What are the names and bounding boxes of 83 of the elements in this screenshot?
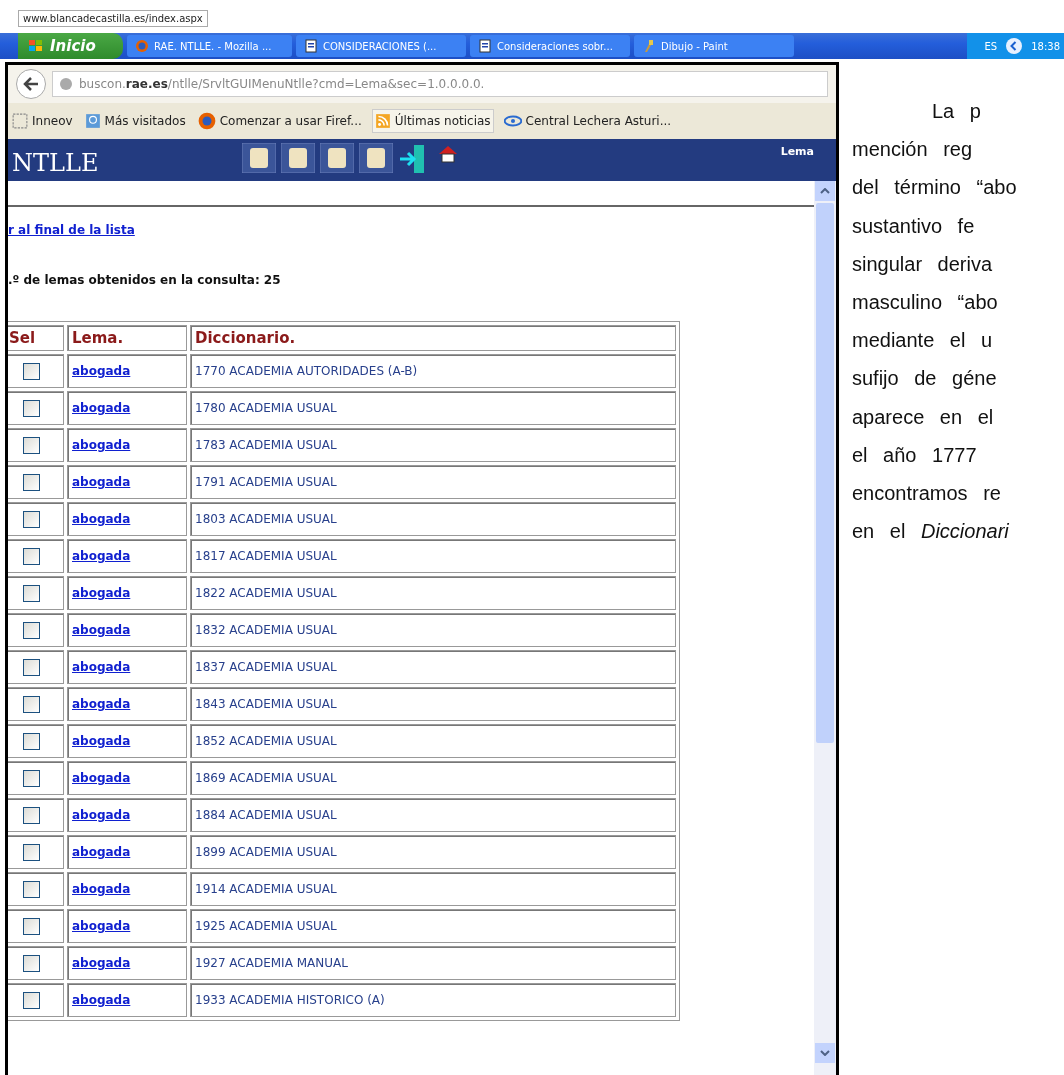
document-text: el año 1777 [852, 443, 978, 468]
table-cell: 1822 ACADEMIA USUAL [190, 576, 676, 610]
table-cell: 1780 ACADEMIA USUAL [190, 391, 676, 425]
table-cell: 1933 ACADEMIA HISTORICO (A) [190, 983, 676, 1017]
table-cell: 1770 ACADEMIA AUTORIDADES (A-B) [190, 354, 676, 388]
clock: 18:38 [1031, 40, 1060, 52]
checkbox[interactable] [23, 547, 40, 565]
bookmark[interactable]: Comenzar a usar Firef... [195, 109, 364, 133]
chevron-down-icon [820, 1050, 830, 1056]
checkbox[interactable] [23, 695, 40, 713]
checkbox[interactable] [23, 658, 40, 676]
document-text: mediante el u [852, 329, 994, 354]
address-bar[interactable]: buscon.rae.es/ntlle/SrvltGUIMenuNtlle?cmd=Lema&sec=1.0.0.0.0. [52, 71, 828, 97]
document-text: sustantivo fe [852, 214, 976, 239]
bookmark[interactable]: Central Lechera Asturi... [501, 109, 674, 133]
document-text: del término “abo [852, 176, 1018, 201]
checkbox[interactable] [23, 510, 40, 528]
table-cell: 1925 ACADEMIA USUAL [190, 909, 676, 943]
document-text: singular deriva [852, 252, 994, 277]
checkbox[interactable] [23, 399, 40, 417]
url-tooltip: www.blancadecastilla.es/index.aspx [18, 10, 208, 27]
bookmark[interactable]: Más visitados [82, 110, 188, 132]
document-text: mención reg [852, 138, 974, 163]
document-icon [478, 39, 492, 53]
back-button[interactable] [16, 69, 46, 99]
document-text: en el Diccionari [852, 520, 1010, 545]
checkbox[interactable] [23, 954, 40, 972]
bookmark[interactable]: Últimas noticias [371, 109, 494, 133]
windows-logo-icon [28, 39, 44, 53]
column-header: Diccionario. [190, 325, 676, 351]
checkbox[interactable] [23, 362, 40, 380]
blank-page-icon [12, 113, 28, 129]
table-cell: 1803 ACADEMIA USUAL [190, 502, 676, 536]
site-title: NTLLE [12, 149, 100, 177]
checkbox[interactable] [23, 917, 40, 935]
checkbox[interactable] [23, 769, 40, 787]
document-icon [304, 39, 318, 53]
paint-brush-icon [642, 39, 656, 53]
chevron-left-icon[interactable] [1005, 37, 1024, 55]
table-cell: 1791 ACADEMIA USUAL [190, 465, 676, 499]
start-button[interactable]: Inicio [18, 33, 123, 59]
end-of-list-link[interactable]: r al final de la lista [8, 223, 814, 237]
feed-icon [374, 113, 391, 129]
checkbox[interactable] [23, 991, 40, 1009]
section-label: Lema [780, 145, 814, 158]
table-cell: 1837 ACADEMIA USUAL [190, 650, 676, 684]
taskbar-button[interactable]: CONSIDERACIONES (... [296, 35, 466, 57]
checkbox[interactable] [23, 806, 40, 824]
back-arrow-icon [23, 77, 39, 91]
table-cell: 1817 ACADEMIA USUAL [190, 539, 676, 573]
column-header: Lema. [67, 325, 187, 351]
scroll-down-button[interactable] [815, 1043, 835, 1063]
table-cell: 1927 ACADEMIA MANUAL [190, 946, 676, 980]
document-text: encontramos re [852, 481, 1002, 506]
table-cell: 1914 ACADEMIA USUAL [190, 872, 676, 906]
table-cell: 1832 ACADEMIA USUAL [190, 613, 676, 647]
table-cell: 1884 ACADEMIA USUAL [190, 798, 676, 832]
document-text: sufijo de géne [852, 367, 998, 392]
taskbar-button[interactable]: RAE. NTLLE. - Mozilla ... [127, 35, 292, 57]
document-text: aparece en el [852, 405, 995, 430]
table-cell: 1869 ACADEMIA USUAL [190, 761, 676, 795]
taskbar-button[interactable]: Dibujo - Paint [634, 35, 794, 57]
checkbox[interactable] [23, 843, 40, 861]
checkbox[interactable] [23, 621, 40, 639]
column-header: Sel [8, 325, 64, 351]
results-count: .º de lemas obtenidos en la consulta: 25 [8, 273, 282, 287]
taskbar-button[interactable]: Consideraciones sobr... [470, 35, 630, 57]
checkbox[interactable] [23, 473, 40, 491]
document-text: La p [931, 100, 982, 124]
table-cell: 1899 ACADEMIA USUAL [190, 835, 676, 869]
checkbox[interactable] [23, 732, 40, 750]
checkbox[interactable] [23, 436, 40, 454]
scrollbar-thumb[interactable] [816, 203, 834, 743]
checkbox[interactable] [23, 584, 40, 602]
chevron-up-icon [820, 188, 830, 194]
document-text: masculino “abo [852, 290, 999, 315]
home-icon[interactable] [437, 143, 459, 165]
table-cell: 1843 ACADEMIA USUAL [190, 687, 676, 721]
table-cell: 1852 ACADEMIA USUAL [190, 724, 676, 758]
checkbox[interactable] [23, 880, 40, 898]
bookmark[interactable]: Inneov [10, 110, 75, 132]
table-cell: 1783 ACADEMIA USUAL [190, 428, 676, 462]
scroll-up-button[interactable] [815, 181, 835, 201]
